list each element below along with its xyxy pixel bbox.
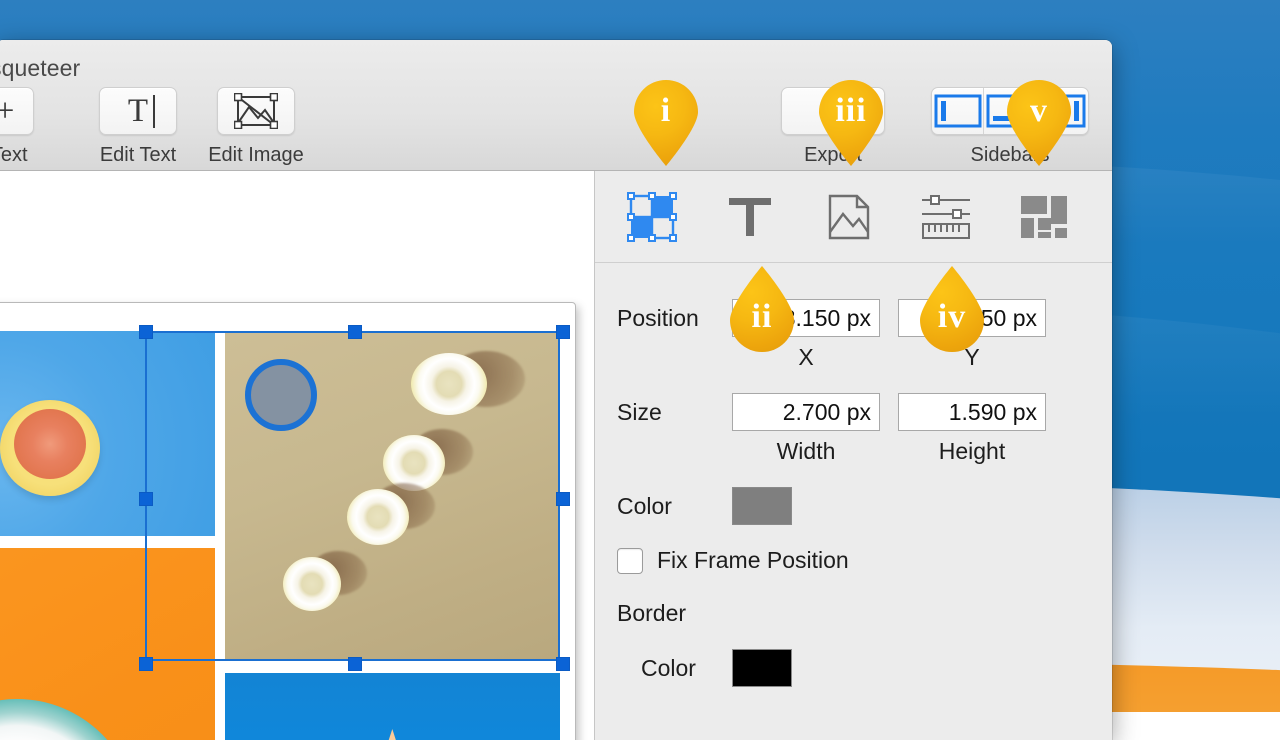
size-height-input[interactable]: 1.590 px (898, 393, 1046, 431)
size-sublabels: Width Height (595, 438, 1112, 465)
border-color-swatch-button[interactable] (732, 649, 792, 687)
document-page[interactable] (0, 302, 576, 740)
color-row: Color (595, 487, 1112, 525)
inspector-tab-adjust[interactable] (917, 188, 975, 246)
pin-label-ii: ii (726, 298, 798, 336)
lemon-slice-3 (347, 489, 409, 545)
pin-label-i: i (630, 92, 702, 130)
edit-image-button-face[interactable] (217, 87, 295, 135)
annotation-pin-ii: ii (726, 266, 798, 352)
edit-text-button-face[interactable]: T (99, 87, 177, 135)
size-width-label: Width (732, 438, 880, 465)
inspector-tab-layout[interactable] (1015, 188, 1073, 246)
border-color-row: Color (595, 649, 1112, 687)
edit-image-icon (234, 93, 278, 129)
frame-selection-icon (623, 188, 681, 246)
edit-text-button[interactable]: T Edit Text (80, 87, 196, 167)
text-cursor-icon: T (128, 93, 148, 130)
insert-text-label: ert Text (0, 144, 53, 167)
inspector-sidebar: Position 3.150 px 150 px X Y Size 2.700 … (594, 171, 1112, 740)
fix-frame-position-checkbox[interactable] (617, 548, 643, 574)
photo-grapefruit-blue[interactable] (0, 331, 215, 536)
annotation-pin-iii: iii (815, 80, 887, 166)
pin-label-iv: iv (916, 298, 988, 336)
lemon-slice-2 (383, 435, 445, 491)
color-label: Color (617, 493, 732, 520)
text-t-icon (721, 188, 779, 246)
sliders-ruler-icon (917, 188, 975, 246)
pineapple-crown (331, 727, 448, 740)
toggle-left-sidebar-button[interactable] (932, 88, 984, 134)
position-label: Position (617, 305, 732, 332)
inspector-tab-frame[interactable] (623, 188, 681, 246)
color-swatch-button[interactable] (732, 487, 792, 525)
border-section-label: Border (595, 600, 1112, 627)
annotation-pin-v: v (1003, 80, 1075, 166)
layout-grid-icon (1015, 188, 1073, 246)
pin-label-iii: iii (815, 92, 887, 130)
size-label: Size (617, 399, 732, 426)
position-row: Position 3.150 px 150 px (595, 299, 1112, 337)
left-sidebar-icon (934, 94, 982, 128)
edit-image-label: Edit Image (198, 144, 314, 167)
insert-text-button[interactable]: T+ ert Text (0, 87, 53, 167)
position-sublabels: X Y (595, 344, 1112, 371)
edit-image-button[interactable]: Edit Image (198, 87, 314, 167)
image-document-icon (819, 188, 877, 246)
fix-frame-position-label: Fix Frame Position (657, 547, 849, 574)
inspector-tab-image[interactable] (819, 188, 877, 246)
annotation-pin-iv: iv (916, 266, 988, 352)
photo-pineapple-blue[interactable] (225, 673, 560, 740)
edit-text-label: Edit Text (80, 144, 196, 167)
size-row: Size 2.700 px 1.590 px (595, 393, 1112, 431)
inspector-tab-text[interactable] (721, 188, 779, 246)
insert-text-button-face[interactable]: T+ (0, 87, 34, 135)
pin-label-v: v (1003, 92, 1075, 130)
grapefruit-flesh (14, 409, 86, 479)
application-window: squeteer T+ ert Text T Edit Text (0, 40, 1112, 740)
lemon-slice-1 (411, 353, 487, 415)
window-title: squeteer (0, 55, 80, 82)
window-toolbar: squeteer T+ ert Text T Edit Text (0, 40, 1112, 171)
inspector-content: Position 3.150 px 150 px X Y Size 2.700 … (595, 263, 1112, 687)
canvas-area[interactable] (0, 171, 594, 740)
text-plus-icon: T+ (0, 93, 14, 130)
annotation-pin-i: i (630, 80, 702, 166)
ellipse-shape[interactable] (245, 359, 317, 431)
photo-orange-plate[interactable] (0, 548, 215, 740)
lemon-slice-4 (283, 557, 341, 611)
teal-plate (0, 699, 137, 740)
fix-frame-position-row[interactable]: Fix Frame Position (595, 547, 1112, 574)
window-body: Position 3.150 px 150 px X Y Size 2.700 … (0, 171, 1112, 740)
size-height-label: Height (898, 438, 1046, 465)
border-color-label: Color (617, 655, 732, 682)
size-width-input[interactable]: 2.700 px (732, 393, 880, 431)
inspector-tab-bar (595, 171, 1112, 263)
